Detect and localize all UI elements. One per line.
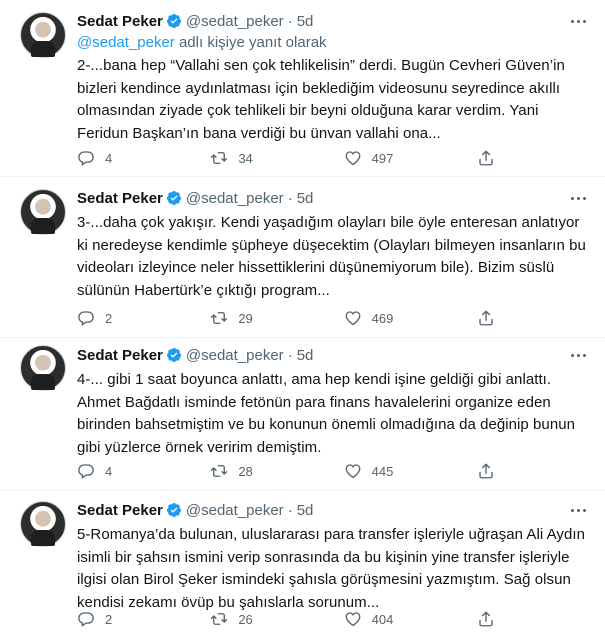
tweet-3[interactable]: Sedat Peker @sedat_peker · 5d 4-... gibi… [0, 338, 605, 491]
like-icon [345, 464, 361, 479]
avatar[interactable] [20, 12, 66, 58]
more-icon[interactable] [567, 500, 589, 520]
retweet-count: 28 [238, 463, 253, 479]
retweet-icon [211, 312, 228, 324]
retweet-icon [211, 465, 228, 477]
more-icon[interactable] [567, 11, 589, 31]
tweet-actions: 2 29 469 [77, 308, 497, 328]
verified-badge-icon [166, 503, 181, 517]
like-count: 497 [371, 150, 394, 166]
reply-button[interactable]: 2 [77, 308, 157, 328]
tweet-header: Sedat Peker @sedat_peker · 5d [77, 11, 589, 31]
author-handle[interactable]: @sedat_peker [186, 13, 284, 30]
tweet-header: Sedat Peker @sedat_peker · 5d [77, 345, 589, 365]
tweet-header: Sedat Peker @sedat_peker · 5d [77, 188, 589, 208]
retweet-button[interactable]: 34 [210, 148, 290, 168]
retweet-button[interactable]: 28 [210, 461, 290, 481]
tweet-4[interactable]: Sedat Peker @sedat_peker · 5d 5-Romanya’… [0, 491, 605, 644]
reply-button[interactable]: 2 [77, 609, 157, 629]
timestamp[interactable]: 5d [297, 347, 314, 364]
like-count: 469 [371, 310, 394, 326]
share-icon [479, 310, 493, 326]
avatar[interactable] [20, 501, 66, 547]
tweet-text: 4-... gibi 1 saat boyunca anlattı, ama h… [77, 371, 575, 456]
more-icon[interactable] [567, 188, 589, 208]
retweet-button[interactable]: 26 [210, 609, 290, 629]
share-button[interactable] [477, 461, 497, 481]
author-handle[interactable]: @sedat_peker [186, 190, 284, 207]
share-icon [479, 463, 493, 479]
tweet-header: Sedat Peker @sedat_peker · 5d [77, 500, 589, 520]
share-button[interactable] [477, 148, 497, 168]
reply-context-text: adlı kişiye yanıt olarak [174, 34, 327, 51]
author-name[interactable]: Sedat Peker [77, 347, 163, 364]
author-name[interactable]: Sedat Peker [77, 502, 163, 519]
verified-badge-icon [166, 14, 181, 28]
tweet-2[interactable]: Sedat Peker @sedat_peker · 5d 3-...daha … [0, 177, 605, 338]
avatar[interactable] [20, 189, 66, 235]
more-icon[interactable] [567, 345, 589, 365]
reply-icon [78, 464, 94, 479]
separator-dot: · [287, 189, 293, 207]
reply-icon [78, 311, 94, 326]
author-handle[interactable]: @sedat_peker [186, 502, 284, 519]
tweet-text: 3-...daha çok yakışır. Kendi yaşadığım o… [77, 214, 586, 299]
tweet-feed: Sedat Peker @sedat_peker · 5d @sedat_pek… [0, 0, 605, 644]
timestamp[interactable]: 5d [297, 190, 314, 207]
like-count: 404 [371, 611, 394, 627]
reply-count: 2 [105, 310, 113, 326]
reply-count: 2 [105, 611, 113, 627]
tweet-text: 5-Romanya’da bulunan, uluslararası para … [77, 526, 585, 611]
timestamp[interactable]: 5d [297, 502, 314, 519]
author-handle[interactable]: @sedat_peker [186, 347, 284, 364]
retweet-button[interactable]: 29 [210, 308, 290, 328]
tweet-text: 2-...bana hep “Vallahi sen çok tehlikeli… [77, 57, 565, 142]
like-icon [345, 612, 361, 627]
like-icon [345, 311, 361, 326]
like-count: 445 [371, 463, 394, 479]
reply-icon [78, 612, 94, 627]
retweet-count: 26 [238, 611, 253, 627]
separator-dot: · [287, 501, 293, 519]
reply-button[interactable]: 4 [77, 461, 157, 481]
reply-icon [78, 151, 94, 166]
tweet-1[interactable]: Sedat Peker @sedat_peker · 5d @sedat_pek… [0, 0, 605, 177]
retweet-icon [211, 152, 228, 164]
like-icon [345, 151, 361, 166]
share-button[interactable] [477, 609, 497, 629]
retweet-count: 34 [238, 150, 253, 166]
share-button[interactable] [477, 308, 497, 328]
tweet-actions: 4 28 445 [77, 461, 497, 481]
reply-context: @sedat_peker adlı kişiye yanıt olarak [77, 33, 589, 53]
avatar[interactable] [20, 345, 66, 391]
reply-count: 4 [105, 150, 113, 166]
author-name[interactable]: Sedat Peker [77, 190, 163, 207]
like-button[interactable]: 404 [344, 609, 424, 629]
share-icon [479, 611, 493, 627]
verified-badge-icon [166, 348, 181, 362]
reply-button[interactable]: 4 [77, 148, 157, 168]
retweet-icon [211, 613, 228, 625]
like-button[interactable]: 445 [344, 461, 424, 481]
like-button[interactable]: 469 [344, 308, 424, 328]
reply-mention-link[interactable]: @sedat_peker [77, 34, 175, 51]
timestamp[interactable]: 5d [297, 13, 314, 30]
separator-dot: · [287, 346, 293, 364]
like-button[interactable]: 497 [344, 148, 424, 168]
author-name[interactable]: Sedat Peker [77, 13, 163, 30]
verified-badge-icon [166, 191, 181, 205]
tweet-actions: 2 26 404 [77, 609, 497, 629]
tweet-actions: 4 34 497 [77, 148, 497, 168]
share-icon [479, 150, 493, 166]
reply-count: 4 [105, 463, 113, 479]
retweet-count: 29 [238, 310, 253, 326]
separator-dot: · [287, 12, 293, 30]
